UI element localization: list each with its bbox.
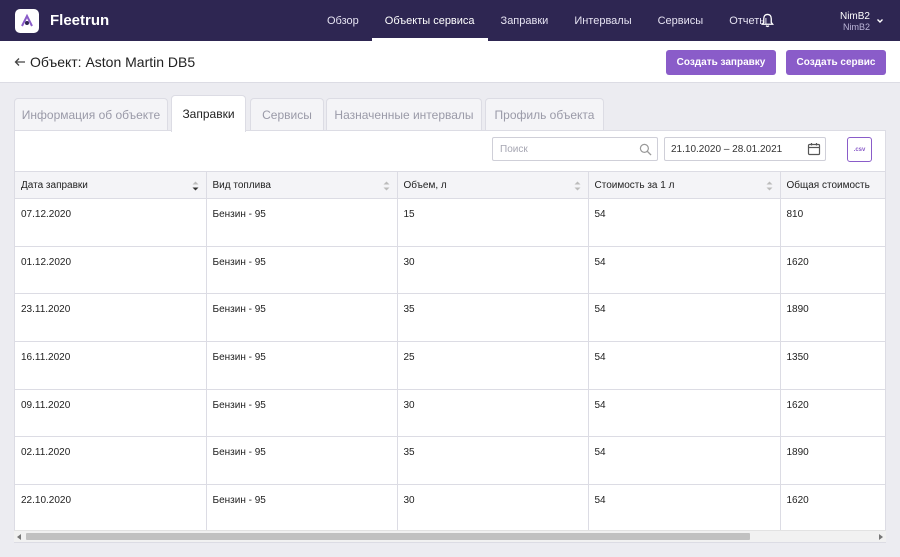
create-refuel-button[interactable]: Создать заправку [666, 50, 776, 75]
scroll-left-icon[interactable] [17, 534, 21, 540]
cell-date: 02.11.2020 [15, 436, 207, 486]
tab-services[interactable]: Сервисы [250, 98, 324, 131]
nav-item-intervals[interactable]: Интервалы [561, 0, 644, 41]
cell-fuel-type: Бензин - 95 [205, 293, 398, 343]
cell-total: 1890 [779, 436, 885, 486]
table-row[interactable]: 16.11.2020 Бензин - 95 25 54 1350 [15, 341, 885, 390]
nav-item-overview[interactable]: Обзор [314, 0, 372, 41]
page-header: Объект: Aston Martin DB5 Создать заправк… [0, 41, 900, 83]
table-row[interactable]: 22.10.2020 Бензин - 95 30 54 1620 [15, 484, 885, 533]
search-input[interactable] [493, 138, 623, 160]
chevron-down-icon[interactable] [876, 17, 884, 25]
cell-price: 54 [587, 388, 781, 438]
cell-volume: 25 [396, 341, 589, 390]
back-arrow-icon[interactable] [14, 56, 26, 68]
logo[interactable] [15, 9, 39, 33]
column-header-total-cost[interactable]: Общая стоимость [779, 171, 885, 199]
cell-fuel-type: Бензин - 95 [205, 484, 398, 533]
nav-item-refuels[interactable]: Заправки [488, 0, 562, 41]
refuels-table: Дата заправки Вид топлива Объем, л Стоим… [15, 171, 885, 533]
cell-date: 22.10.2020 [15, 484, 207, 533]
nav-item-services[interactable]: Сервисы [645, 0, 717, 41]
sort-desc-icon[interactable] [192, 181, 199, 191]
sort-icon[interactable] [574, 181, 581, 191]
cell-volume: 30 [396, 245, 589, 295]
cell-date: 16.11.2020 [15, 341, 207, 390]
cell-total: 1620 [779, 245, 885, 295]
date-range-value: 21.10.2020 – 28.01.2021 [671, 144, 783, 155]
table-row[interactable]: 09.11.2020 Бензин - 95 30 54 1620 [15, 388, 885, 438]
user-account: NimB2 [842, 22, 870, 32]
cell-volume: 30 [396, 484, 589, 533]
cell-volume: 35 [396, 436, 589, 486]
scroll-right-icon[interactable] [879, 534, 883, 540]
cell-price: 54 [587, 436, 781, 486]
user-name: NimB2 [839, 11, 870, 22]
page-title: Объект: Aston Martin DB5 [30, 54, 196, 70]
column-header-fuel-type[interactable]: Вид топлива [205, 171, 398, 199]
bell-icon[interactable] [760, 13, 775, 28]
column-header-volume[interactable]: Объем, л [396, 171, 589, 199]
table-row[interactable]: 23.11.2020 Бензин - 95 35 54 1890 [15, 293, 885, 343]
horizontal-scrollbar[interactable] [14, 530, 886, 542]
cell-fuel-type: Бензин - 95 [205, 436, 398, 486]
logo-icon [21, 13, 33, 27]
table-row[interactable]: 02.11.2020 Бензин - 95 35 54 1890 [15, 436, 885, 486]
search-box [492, 137, 658, 161]
cell-date: 07.12.2020 [15, 198, 207, 247]
cell-price: 54 [587, 198, 781, 247]
cell-volume: 30 [396, 388, 589, 438]
brand-name: Fleetrun [50, 12, 110, 29]
tab-refuels[interactable]: Заправки [171, 95, 246, 132]
search-icon[interactable] [639, 143, 652, 156]
csv-export-button[interactable]: .csv [847, 137, 872, 162]
sort-icon[interactable] [766, 181, 773, 191]
table-row[interactable]: 01.12.2020 Бензин - 95 30 54 1620 [15, 245, 885, 295]
refuels-panel: 21.10.2020 – 28.01.2021 .csv Дата заправ… [14, 130, 886, 543]
main-nav: Обзор Объекты сервиса Заправки Интервалы… [314, 0, 780, 41]
cell-price: 54 [587, 293, 781, 343]
cell-total: 810 [779, 198, 885, 247]
tab-object-info[interactable]: Информация об объекте [14, 98, 168, 131]
cell-total: 1620 [779, 388, 885, 438]
top-navbar: Fleetrun Обзор Объекты сервиса Заправки … [0, 0, 900, 41]
cell-fuel-type: Бензин - 95 [205, 341, 398, 390]
table-row[interactable]: 07.12.2020 Бензин - 95 15 54 810 [15, 198, 885, 247]
cell-price: 54 [587, 484, 781, 533]
create-service-button[interactable]: Создать сервис [786, 50, 886, 75]
date-range-field[interactable]: 21.10.2020 – 28.01.2021 [664, 137, 826, 161]
sort-icon[interactable] [383, 181, 390, 191]
user-menu[interactable]: NimB2 NimB2 [840, 11, 870, 33]
scrollbar-thumb[interactable] [26, 533, 750, 540]
tab-object-profile[interactable]: Профиль объекта [485, 98, 604, 131]
calendar-icon[interactable] [807, 142, 821, 156]
cell-fuel-type: Бензин - 95 [205, 198, 398, 247]
nav-item-service-objects[interactable]: Объекты сервиса [371, 0, 488, 41]
cell-price: 54 [587, 341, 781, 390]
cell-total: 1890 [779, 293, 885, 343]
cell-date: 01.12.2020 [15, 245, 207, 295]
cell-volume: 35 [396, 293, 589, 343]
cell-total: 1350 [779, 341, 885, 390]
cell-volume: 15 [396, 198, 589, 247]
column-header-date[interactable]: Дата заправки [15, 171, 207, 199]
cell-fuel-type: Бензин - 95 [205, 388, 398, 438]
cell-total: 1620 [779, 484, 885, 533]
cell-date: 23.11.2020 [15, 293, 207, 343]
cell-price: 54 [587, 245, 781, 295]
cell-date: 09.11.2020 [15, 388, 207, 438]
tab-assigned-intervals[interactable]: Назначенные интервалы [326, 98, 482, 131]
column-header-price-per-liter[interactable]: Стоимость за 1 л [587, 171, 781, 199]
cell-fuel-type: Бензин - 95 [205, 245, 398, 295]
table-header-row: Дата заправки Вид топлива Объем, л Стоим… [15, 171, 885, 199]
